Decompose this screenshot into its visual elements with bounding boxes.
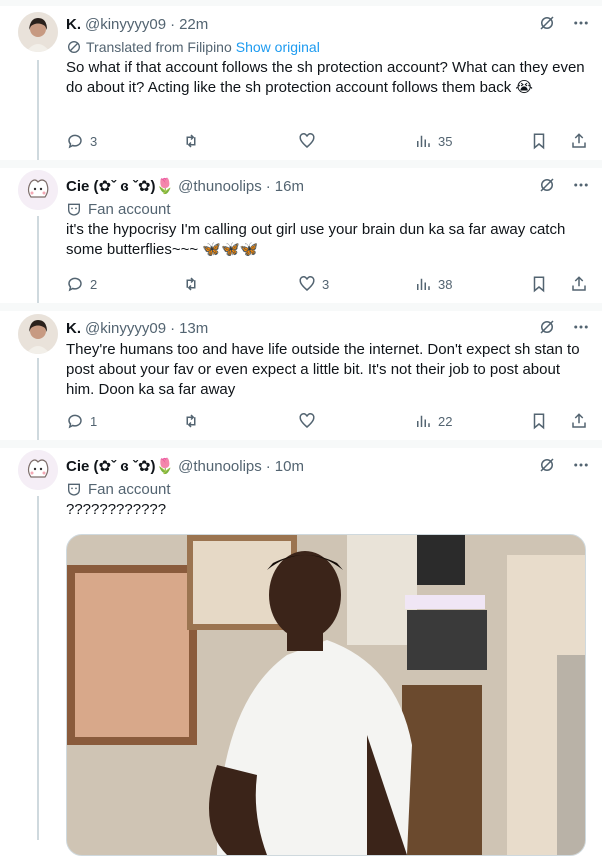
reply-button[interactable]: 1 — [66, 412, 114, 430]
show-original-link[interactable]: Show original — [236, 39, 320, 55]
retweet-button[interactable] — [182, 132, 230, 150]
avatar[interactable] — [18, 450, 58, 490]
like-button[interactable] — [298, 132, 346, 150]
like-icon — [298, 275, 316, 293]
retweet-button[interactable] — [182, 275, 230, 293]
share-icon[interactable] — [570, 412, 588, 430]
views-button[interactable]: 22 — [414, 412, 462, 430]
timestamp[interactable]: 22m — [179, 16, 208, 33]
views-button[interactable]: 35 — [414, 132, 462, 150]
share-icon[interactable] — [570, 275, 588, 293]
grok-icon[interactable] — [538, 456, 556, 474]
like-icon — [298, 132, 316, 150]
reply-button[interactable]: 3 — [66, 132, 114, 150]
more-icon[interactable] — [572, 14, 590, 32]
views-count: 38 — [438, 276, 453, 292]
grok-icon[interactable] — [538, 318, 556, 336]
thread-line — [37, 358, 39, 442]
tweet-body: Cie (✿ˇ ɞ ˇ✿)🌷 @thunoolips · 10m Fan acc… — [66, 456, 590, 520]
fan-account-icon — [66, 201, 82, 217]
display-name[interactable]: Cie (✿ˇ ɞ ˇ✿)🌷 — [66, 177, 174, 195]
share-icon[interactable] — [570, 132, 588, 150]
reply-button[interactable]: 2 — [66, 275, 114, 293]
retweet-button[interactable] — [182, 412, 230, 430]
like-button[interactable] — [298, 412, 346, 430]
tweet-body: Cie (✿ˇ ɞ ˇ✿)🌷 @thunoolips · 16m Fan acc… — [66, 176, 590, 260]
retweet-icon — [182, 132, 200, 150]
retweet-icon — [182, 275, 200, 293]
timestamp[interactable]: 13m — [179, 320, 208, 337]
fan-account-label: Fan account — [88, 200, 171, 218]
bookmark-icon[interactable] — [530, 132, 548, 150]
reply-icon — [66, 275, 84, 293]
display-name[interactable]: K. — [66, 16, 81, 33]
avatar[interactable] — [18, 12, 58, 52]
tweet-actions: 1 22 — [66, 411, 588, 431]
views-count: 35 — [438, 133, 453, 149]
tweet-text: They're humans too and have life outside… — [66, 341, 584, 398]
separator-dot: · — [265, 457, 271, 475]
thread-line — [37, 496, 39, 840]
separator-dot: · — [265, 177, 271, 195]
gif-image — [67, 535, 585, 855]
bookmark-icon[interactable] — [530, 412, 548, 430]
translate-icon — [66, 39, 82, 55]
tweet-separator — [0, 160, 602, 168]
avatar[interactable] — [18, 314, 58, 354]
tweet-text: it's the hypocrisy I'm calling out girl … — [66, 221, 570, 258]
bookmark-icon[interactable] — [530, 275, 548, 293]
views-count: 22 — [438, 413, 453, 429]
tweet-separator — [0, 303, 602, 311]
more-icon[interactable] — [572, 318, 590, 336]
handle[interactable]: @kinyyyy09 — [85, 320, 166, 337]
tweet-separator — [0, 440, 602, 448]
views-icon — [414, 275, 432, 293]
grok-icon[interactable] — [538, 14, 556, 32]
reply-count: 3 — [90, 133, 98, 149]
timestamp[interactable]: 10m — [275, 458, 304, 475]
views-icon — [414, 132, 432, 150]
reply-icon — [66, 132, 84, 150]
handle[interactable]: @kinyyyy09 — [85, 16, 166, 33]
display-name[interactable]: Cie (✿ˇ ɞ ˇ✿)🌷 — [66, 457, 174, 475]
reply-count: 1 — [90, 413, 98, 429]
separator-dot: · — [170, 319, 176, 337]
grok-icon[interactable] — [538, 176, 556, 194]
views-button[interactable]: 38 — [414, 275, 462, 293]
timestamp[interactable]: 16m — [275, 178, 304, 195]
reply-count: 2 — [90, 276, 98, 292]
tweet-separator — [0, 0, 602, 6]
like-icon — [298, 412, 316, 430]
fan-account-label: Fan account — [88, 480, 171, 498]
views-icon — [414, 412, 432, 430]
display-name[interactable]: K. — [66, 320, 81, 337]
tweet-text: So what if that account follows the sh p… — [66, 59, 589, 96]
tweet-actions: 2 3 38 — [66, 274, 588, 294]
handle[interactable]: @thunoolips — [178, 458, 262, 475]
separator-dot: · — [170, 15, 176, 33]
fan-account-icon — [66, 481, 82, 497]
like-count: 3 — [322, 276, 330, 292]
thread-line — [37, 216, 39, 306]
thread-line — [37, 60, 39, 164]
tweet-body: K. @kinyyyy09 · 22m Translated from Fili… — [66, 14, 590, 98]
tweet-body: K. @kinyyyy09 · 13m They're humans too a… — [66, 318, 590, 400]
media-gif[interactable] — [66, 534, 586, 856]
reply-icon — [66, 412, 84, 430]
retweet-icon — [182, 412, 200, 430]
avatar[interactable] — [18, 170, 58, 210]
tweet-text: ???????????? — [66, 501, 167, 518]
translated-label: Translated from Filipino — [86, 39, 232, 55]
more-icon[interactable] — [572, 176, 590, 194]
like-button[interactable]: 3 — [298, 275, 346, 293]
more-icon[interactable] — [572, 456, 590, 474]
tweet-actions: 3 35 — [66, 131, 588, 151]
handle[interactable]: @thunoolips — [178, 178, 262, 195]
